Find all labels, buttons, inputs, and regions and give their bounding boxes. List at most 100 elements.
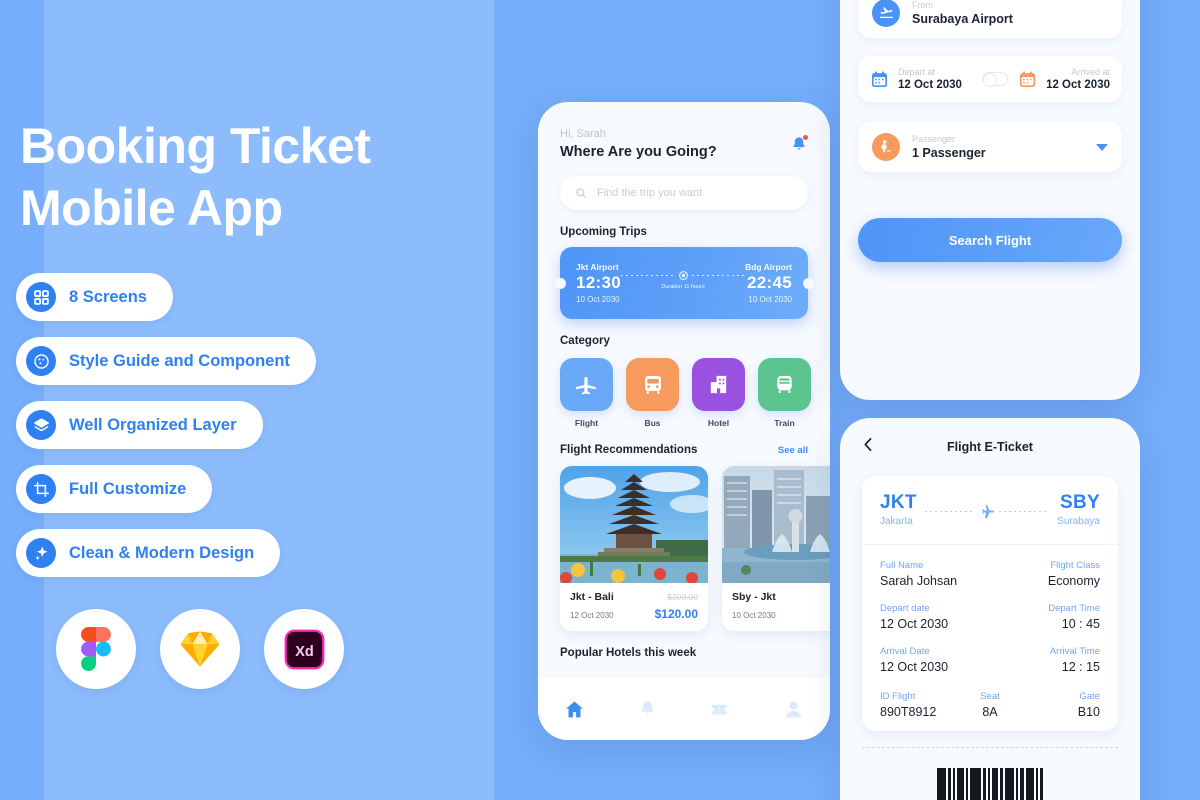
category-bus[interactable]: Bus (626, 358, 679, 428)
svg-text:Xd: Xd (295, 643, 314, 659)
search-flight-button[interactable]: Search Flight (858, 218, 1122, 262)
eticket-identifiers-row: ID Flight 890T8912 Seat 8A Gate B10 (880, 689, 1100, 719)
chevron-down-icon[interactable] (1096, 143, 1108, 151)
nav-notifications-button[interactable] (638, 699, 657, 719)
recommendation-date: 10 Oct 2030 (732, 611, 776, 620)
category-row: Flight Bus Hotel Train (560, 358, 811, 428)
eticket-field-depart-time: Depart Time 10 : 45 (1048, 603, 1100, 631)
eticket-header: Flight E-Ticket (840, 418, 1140, 454)
arrive-calendar-icon (1018, 70, 1037, 89)
eticket-details: Full Name Sarah Johsan Flight Class Econ… (880, 545, 1100, 731)
from-value: Surabaya Airport (912, 12, 1013, 26)
upcoming-trip-card[interactable]: Jkt Airport 12:30 10 Oct 2030 Duration 1… (554, 247, 814, 319)
building-icon (710, 375, 727, 394)
dotted-line-left (620, 275, 675, 276)
ticket-tear-line (862, 747, 1118, 748)
search-input[interactable]: Find the trip you want (560, 176, 808, 210)
passenger-field[interactable]: Passenger 1 Passenger (858, 122, 1122, 172)
compass-icon (678, 271, 688, 280)
flight-recommendations-title: Flight Recommendations (560, 444, 698, 456)
ticket-notch-left (554, 277, 566, 289)
recommendation-body: Jkt - Bali $200.00 12 Oct 2030 $120.00 (560, 583, 708, 631)
depart-value[interactable]: 12 Oct 2030 (898, 79, 982, 91)
passenger-icon (872, 133, 900, 161)
dotted-line-right (691, 275, 746, 276)
eticket-field-gate: Gate B10 (1027, 691, 1100, 719)
category-train-label: Train (774, 418, 795, 428)
feature-pill-style-guide[interactable]: Style Guide and Component (16, 337, 316, 385)
bottom-navigation-bar (538, 678, 830, 740)
eticket-origin: JKT Jakarta (880, 492, 917, 527)
feature-pill-label: Well Organized Layer (69, 415, 237, 434)
tool-logo-row: Xd (56, 609, 344, 689)
destination-code: SBY (1060, 492, 1100, 513)
field-label: Arrival Date (880, 646, 930, 657)
recommendation-old-price: $200.00 (667, 592, 698, 602)
category-flight[interactable]: Flight (560, 358, 613, 428)
notification-bell-button[interactable] (790, 134, 809, 155)
field-value: 12 Oct 2030 (880, 617, 949, 631)
trip-destination-date: 10 Oct 2030 (748, 295, 792, 304)
date-field-row: Depart at 12 Oct 2030 Arrived at 12 Oct … (858, 56, 1122, 102)
recommendation-route: Sby - Jkt (732, 591, 776, 603)
eticket-detail-row: Arrival Date 12 Oct 2030 Arrival Time 12… (880, 646, 1100, 674)
category-train-tile (758, 358, 811, 411)
trip-destination: Bdg Airport 22:45 10 Oct 2030 (745, 262, 792, 304)
eticket-phone: Flight E-Ticket JKT Jakarta SBY Surabaya… (840, 418, 1140, 800)
nav-profile-button[interactable] (783, 699, 804, 720)
upcoming-trips-title: Upcoming Trips (560, 226, 647, 238)
eticket-destination: SBY Surabaya (1057, 492, 1100, 527)
feature-pill-layers[interactable]: Well Organized Layer (16, 401, 263, 449)
origin-city: Jakarta (880, 516, 913, 527)
passenger-value: 1 Passenger (912, 146, 986, 160)
eticket-detail-row: Full Name Sarah Johsan Flight Class Econ… (880, 560, 1100, 588)
round-trip-toggle[interactable] (982, 72, 1009, 87)
seat-label: Seat (980, 691, 1000, 702)
chevron-left-icon (864, 437, 872, 452)
search-placeholder: Find the trip you want (597, 187, 703, 199)
nav-home-button[interactable] (564, 699, 585, 720)
trip-origin-date: 10 Oct 2030 (576, 295, 620, 304)
category-bus-label: Bus (644, 418, 661, 428)
feature-pill-customize[interactable]: Full Customize (16, 465, 213, 513)
recommendation-card[interactable]: Sby - Jkt $2 10 Oct 2030 $110 (722, 466, 830, 631)
eticket-detail-row: Depart date 12 Oct 2030 Depart Time 10 :… (880, 603, 1100, 631)
feature-pill-screens[interactable]: 8 Screens (16, 273, 173, 321)
eticket-field-arrival-time: Arrival Time 12 : 15 (1050, 646, 1100, 674)
home-screen-phone: Hi, Sarah Where Are you Going? Find the … (538, 102, 830, 740)
seat-value: 8A (982, 705, 998, 719)
home-icon (566, 700, 584, 717)
back-button[interactable] (860, 436, 877, 458)
adobe-xd-logo: Xd (264, 609, 344, 689)
arrive-value[interactable]: 12 Oct 2030 (1046, 79, 1110, 91)
origin-code: JKT (880, 492, 917, 513)
grid-icon (26, 282, 56, 312)
route-dots-right (999, 510, 1050, 512)
search-flight-phone: From Surabaya Airport Depart at 12 Oct 2… (840, 0, 1140, 400)
category-hotel[interactable]: Hotel (692, 358, 745, 428)
plane-icon (982, 504, 994, 519)
category-train[interactable]: Train (758, 358, 811, 428)
recommendation-card[interactable]: Jkt - Bali $200.00 12 Oct 2030 $120.00 (560, 466, 708, 631)
field-label: Depart Time (1048, 603, 1100, 614)
arrive-label: Arrived at (1071, 67, 1110, 77)
depart-calendar-icon (870, 70, 889, 89)
recommendation-date: 12 Oct 2030 (570, 611, 614, 620)
from-field[interactable]: From Surabaya Airport (858, 0, 1122, 38)
feature-pill-label: Style Guide and Component (69, 351, 290, 370)
feature-pill-label: Full Customize (69, 479, 187, 498)
feature-pill-clean-design[interactable]: Clean & Modern Design (16, 529, 281, 577)
nav-tickets-button[interactable] (709, 699, 730, 720)
trip-destination-time: 22:45 (747, 273, 792, 292)
person-icon (785, 701, 801, 717)
field-label: Flight Class (1050, 560, 1100, 571)
recommendation-price: $120.00 (654, 607, 698, 621)
ticket-icon (712, 704, 728, 714)
category-hotel-label: Hotel (707, 418, 730, 428)
field-value: 10 : 45 (1061, 617, 1100, 631)
eticket-card: JKT Jakarta SBY Surabaya Full Name Sarah… (862, 476, 1118, 731)
crop-icon (26, 474, 56, 504)
see-all-link[interactable]: See all (778, 445, 808, 456)
eticket-field-arrival-date: Arrival Date 12 Oct 2030 (880, 646, 948, 674)
destination-city: Surabaya (1057, 516, 1100, 527)
